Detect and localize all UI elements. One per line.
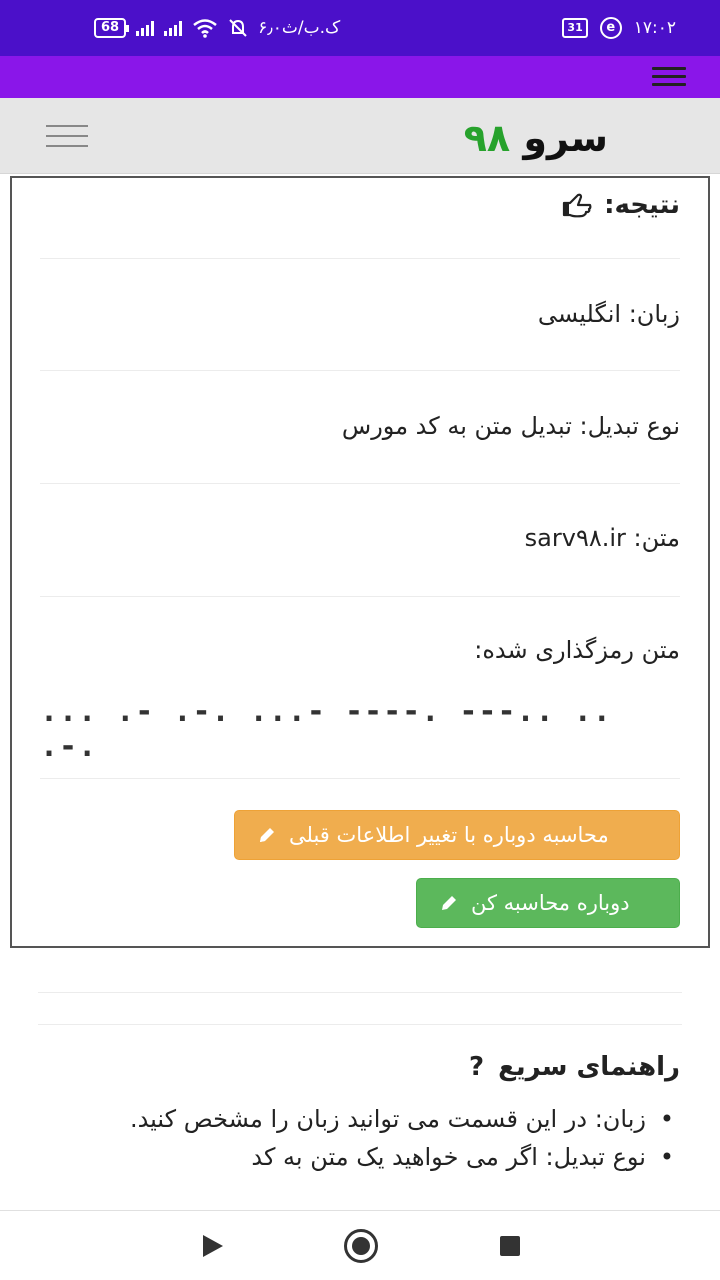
home-icon[interactable] [344,1229,378,1263]
battery-icon: 68 [94,18,130,38]
guide-title: ? راهنمای سریع [469,1052,680,1082]
site-menu-icon[interactable] [46,125,88,147]
back-icon[interactable] [203,1235,223,1257]
divider [40,370,680,371]
divider [38,992,682,993]
guide-item: زبان: در این قسمت می توانید زبان را مشخص… [40,1100,680,1138]
recalculate-with-previous-label: محاسبه دوباره با تغییر اطلاعات قبلی [289,823,609,847]
conversion-type-row: نوع تبدیل: تبدیل متن به کد مورس [341,412,680,440]
divider [40,258,680,259]
wifi-icon [193,19,217,38]
status-bar: 68 ۶٫۰ک.ب/ث 31 e ۱۷:۰۲ [0,0,720,56]
network-speed: ۶٫۰ک.ب/ث [258,18,341,38]
divider [40,596,680,597]
site-header: سرو ۹۸ [0,98,720,174]
recalculate-button[interactable]: دوباره محاسبه کن [416,878,680,928]
logo-number: ۹۸ [463,116,511,160]
pencil-icon [442,896,456,910]
top-nav-bar [0,56,720,98]
status-right: 31 e ۱۷:۰۲ [562,16,676,40]
result-title: نتیجه: [560,190,680,220]
pencil-icon [260,828,274,842]
text-row: متن: sarv۹۸.ir [524,524,680,552]
guide-item: نوع تبدیل: اگر می خواهید یک متن به کد [40,1138,680,1176]
system-nav-bar [0,1210,720,1280]
question-icon: ? [469,1052,485,1082]
site-logo[interactable]: سرو ۹۸ [464,116,608,160]
guide-title-text: راهنمای سریع [498,1052,680,1082]
encoded-label: متن رمزگذاری شده: [474,636,680,664]
morse-output: ... .- .-. ...- ----. ---.. .. .-. [40,694,612,764]
guide-list: زبان: در این قسمت می توانید زبان را مشخص… [40,1100,680,1176]
result-title-text: نتیجه: [604,190,680,220]
recalculate-with-previous-button[interactable]: محاسبه دوباره با تغییر اطلاعات قبلی [234,810,680,860]
recent-apps-icon[interactable] [500,1236,520,1256]
app-notification-icon: e [599,17,622,39]
divider [40,483,680,484]
divider [38,1024,682,1025]
signal-icon [136,20,155,36]
hamburger-menu-icon[interactable] [652,67,686,87]
clock: ۱۷:۰۲ [633,18,676,38]
divider [40,778,680,779]
hand-point-icon [562,193,592,218]
status-left: 68 ۶٫۰ک.ب/ث [94,16,340,40]
language-row: زبان: انگلیسی [537,300,680,328]
signal-icon [164,20,183,36]
result-card: نتیجه: زبان: انگلیسی نوع تبدیل: تبدیل مت… [10,176,710,948]
calendar-icon: 31 [562,18,588,38]
logo-word: سرو [523,116,608,160]
mute-bell-icon [229,19,247,37]
recalculate-label: دوباره محاسبه کن [471,891,630,915]
